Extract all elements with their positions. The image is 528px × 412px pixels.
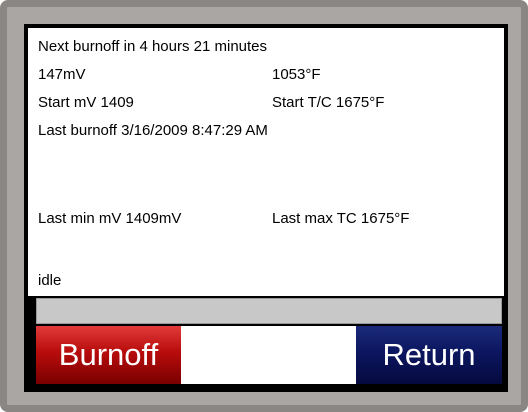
status-text: idle [38, 272, 62, 289]
info-panel: Next burnoff in 4 hours 21 minutes 147mV… [28, 28, 504, 296]
start-tc-text: Start T/C 1675°F [272, 94, 385, 111]
last-burnoff-text: Last burnoff 3/16/2009 8:47:29 AM [38, 122, 268, 139]
return-button[interactable]: Return [356, 326, 502, 384]
temperature-reading: 1053°F [272, 66, 321, 83]
status-bar [36, 298, 502, 324]
mv-reading: 147mV [38, 66, 86, 83]
burnoff-button[interactable]: Burnoff [36, 326, 181, 384]
last-min-mv-text: Last min mV 1409mV [38, 210, 182, 227]
start-mv-text: Start mV 1409 [38, 94, 134, 111]
last-max-tc-text: Last max TC 1675°F [272, 210, 410, 227]
blank-button-area [181, 326, 356, 384]
next-burnoff-text: Next burnoff in 4 hours 21 minutes [38, 38, 268, 55]
